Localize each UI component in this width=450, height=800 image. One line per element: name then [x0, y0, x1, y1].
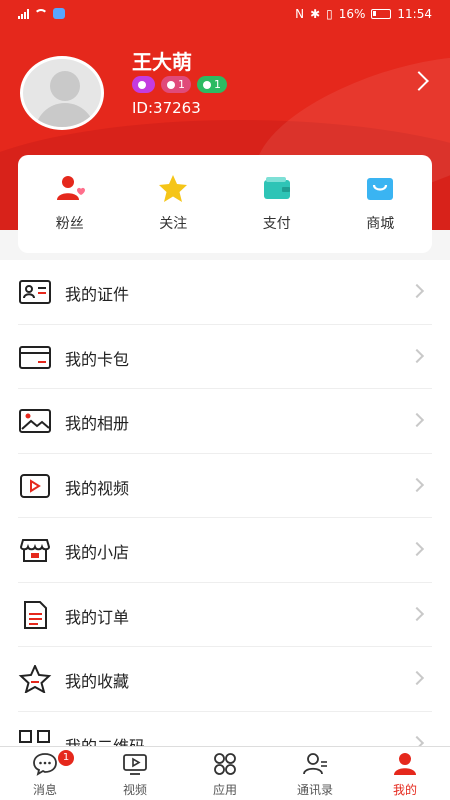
id-card-icon: [19, 280, 51, 304]
status-bar: N ✱ ▯ 16% 11:54: [0, 0, 450, 30]
shopping-bag-icon: [367, 178, 394, 200]
fans-icon: [56, 176, 85, 200]
menu-item-video[interactable]: 我的视频: [0, 454, 450, 518]
contacts-icon: [303, 753, 327, 775]
status-left: [18, 8, 65, 19]
signal-icon: [18, 8, 29, 19]
notification-app-icon: [53, 8, 65, 19]
level-icon: [203, 80, 211, 89]
avatar[interactable]: [20, 56, 104, 130]
menu-item-label: 我的小店: [65, 543, 130, 562]
quick-action-fans[interactable]: 粉丝: [18, 155, 122, 253]
chevron-right-icon: [409, 283, 425, 299]
chevron-right-icon: [409, 477, 425, 492]
store-icon: [19, 539, 51, 562]
chevron-right-icon: [409, 541, 425, 557]
tab-label: 通讯录: [296, 783, 333, 797]
badge-chat: [132, 76, 155, 93]
nfc-icon: N: [295, 7, 305, 21]
menu-item-favorites[interactable]: 我的收藏: [0, 647, 450, 712]
menu-list: 我的证件 我的卡包 我的相册 我的视频 我的小店 我的订单 我的收藏 我的二维码: [0, 260, 450, 750]
tab-apps[interactable]: 应用: [180, 747, 270, 800]
wifi-icon: [34, 8, 48, 19]
avatar-body: [35, 103, 95, 127]
favorite-star-icon: [18, 665, 52, 693]
tv-video-icon: [123, 754, 147, 775]
chevron-right-icon: [409, 348, 425, 363]
quick-action-mall[interactable]: 商城: [329, 155, 433, 253]
user-id: ID:37263: [132, 99, 201, 117]
messages-unread-badge: 1: [58, 750, 74, 766]
quick-actions-card: 粉丝 关注 支付 商城: [18, 155, 432, 253]
tab-label: 我的: [392, 783, 417, 797]
user-profile-icon: [394, 753, 416, 775]
badge-level: 1: [197, 76, 227, 93]
menu-item-label: 我的视频: [65, 478, 130, 498]
quick-action-follow[interactable]: 关注: [122, 155, 226, 253]
battery-percent: 16%: [338, 7, 366, 21]
quick-action-label: 粉丝: [55, 216, 84, 232]
tab-mine[interactable]: 我的: [360, 747, 450, 800]
chevron-right-icon: [409, 412, 425, 428]
menu-item-qr-code[interactable]: 我的二维码: [0, 712, 450, 750]
battery-icon: [371, 9, 392, 19]
tab-label: 消息: [32, 783, 57, 797]
tab-video[interactable]: 视频: [90, 747, 180, 800]
status-right: N ✱ ▯ 16% 11:54: [295, 7, 432, 21]
star-icon: [159, 175, 188, 202]
menu-item-store[interactable]: 我的小店: [0, 518, 450, 583]
tab-contacts[interactable]: 通讯录: [270, 747, 360, 800]
apps-grid-icon: [214, 753, 236, 775]
quick-action-pay[interactable]: 支付: [225, 155, 329, 253]
menu-item-photo-album[interactable]: 我的相册: [0, 389, 450, 454]
order-icon: [24, 600, 47, 629]
status-time: 11:54: [397, 7, 432, 21]
quick-action-label: 商城: [366, 216, 395, 232]
quick-action-label: 关注: [159, 216, 188, 232]
username: 王大萌: [132, 50, 192, 74]
tab-messages[interactable]: 1 消息: [0, 747, 90, 800]
badge-mic-value: 1: [178, 78, 185, 91]
microphone-icon: [167, 80, 175, 89]
chevron-right-icon: [409, 670, 425, 686]
chevron-right-icon: [409, 606, 425, 621]
chat-bubble-icon: [138, 80, 146, 89]
badge-mic: 1: [161, 76, 191, 93]
badge-level-value: 1: [214, 78, 221, 91]
menu-item-label: 我的卡包: [65, 349, 130, 369]
chat-icon: [33, 753, 57, 776]
menu-item-label: 我的收藏: [65, 672, 130, 691]
menu-item-label: 我的相册: [65, 414, 130, 433]
vibrate-icon: ▯: [326, 7, 333, 21]
user-badges: 1 1: [132, 76, 227, 93]
tab-label: 应用: [212, 783, 237, 797]
video-icon: [20, 473, 50, 498]
menu-item-label: 我的证件: [65, 285, 130, 304]
tab-label: 视频: [122, 783, 147, 797]
bluetooth-icon: ✱: [310, 7, 321, 21]
menu-item-id-card[interactable]: 我的证件: [0, 260, 450, 325]
quick-action-label: 支付: [262, 216, 291, 232]
menu-item-order[interactable]: 我的订单: [0, 583, 450, 647]
card-wallet-icon: [19, 345, 51, 369]
avatar-head: [50, 71, 80, 101]
wallet-icon: [263, 177, 290, 199]
photo-album-icon: [19, 409, 51, 433]
menu-item-card-wallet[interactable]: 我的卡包: [0, 325, 450, 389]
bottom-tab-bar: 1 消息 视频 应用 通讯录 我的: [0, 746, 450, 800]
menu-item-label: 我的订单: [65, 607, 130, 627]
